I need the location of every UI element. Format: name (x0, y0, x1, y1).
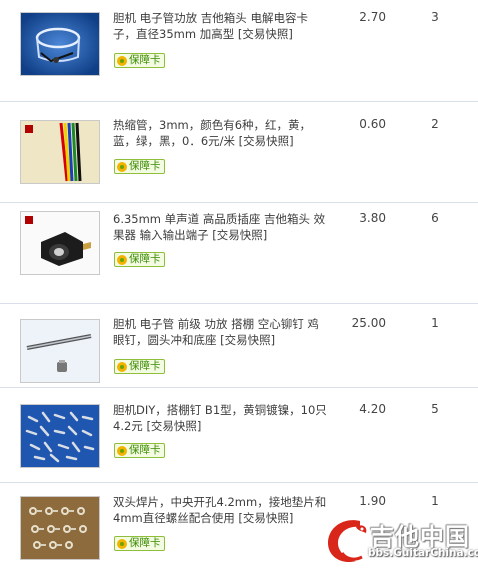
dragon-logo-icon (328, 520, 367, 563)
item-quantity: 3 (431, 10, 439, 24)
badge-label: 保障卡 (129, 444, 161, 456)
capacitor-clamp-image[interactable] (20, 12, 100, 76)
item-title[interactable]: 热缩管，3mm，颜色有6种，红，黄，蓝，绿，黑，0．6元/米 [交易快照] (113, 117, 328, 149)
guarantee-badge[interactable]: 保障卡 (114, 252, 165, 267)
rivet-tool-image[interactable] (20, 319, 100, 383)
flower-icon (117, 361, 127, 372)
flower-icon (117, 538, 127, 549)
item-quantity: 6 (431, 211, 439, 225)
badge-label: 保障卡 (129, 537, 161, 549)
order-item-row: 胆机DIY，搭棚钉 B1型，黄铜镀镍，10只4.2元 [交易快照] 4.20 5… (0, 387, 478, 479)
order-item-row: 胆机 电子管 前级 功放 搭棚 空心铆钉 鸡眼钉，圆头冲和底座 [交易快照] 2… (0, 303, 478, 395)
item-title[interactable]: 胆机 电子管 前级 功放 搭棚 空心铆钉 鸡眼钉，圆头冲和底座 [交易快照] (113, 316, 328, 348)
item-quantity: 2 (431, 117, 439, 131)
solder-lugs-image[interactable] (20, 496, 100, 560)
order-item-row: 胆机 电子管功放 吉他箱头 电解电容卡子，直径35mm 加高型 [交易快照] 2… (0, 0, 478, 92)
item-title[interactable]: 6.35mm 单声道 高品质插座 吉他箱头 效果器 输入输出端子 [交易快照] (113, 211, 328, 243)
guarantee-badge[interactable]: 保障卡 (114, 536, 165, 551)
turret-pins-image[interactable] (20, 404, 100, 468)
order-item-row: 热缩管，3mm，颜色有6种，红，黄，蓝，绿，黑，0．6元/米 [交易快照] 0.… (0, 101, 478, 193)
item-title[interactable]: 胆机 电子管功放 吉他箱头 电解电容卡子，直径35mm 加高型 [交易快照] (113, 10, 328, 42)
audio-jack-image[interactable] (20, 211, 100, 275)
item-quantity: 1 (431, 316, 439, 330)
flower-icon (117, 161, 127, 172)
guarantee-badge[interactable]: 保障卡 (114, 443, 165, 458)
item-price: 2.70 (359, 10, 386, 24)
guarantee-badge[interactable]: 保障卡 (114, 159, 165, 174)
badge-label: 保障卡 (129, 360, 161, 372)
item-price: 0.60 (359, 117, 386, 131)
site-watermark: 吉他中国 bbs.GuitarChina.com (322, 513, 478, 567)
badge-label: 保障卡 (129, 253, 161, 265)
order-item-row: 6.35mm 单声道 高品质插座 吉他箱头 效果器 输入输出端子 [交易快照] … (0, 202, 478, 294)
flower-icon (117, 254, 127, 265)
guarantee-badge[interactable]: 保障卡 (114, 53, 165, 68)
guarantee-badge[interactable]: 保障卡 (114, 359, 165, 374)
heat-shrink-tube-image[interactable] (20, 120, 100, 184)
flower-icon (117, 445, 127, 456)
item-quantity: 5 (431, 402, 439, 416)
item-quantity: 1 (431, 494, 439, 508)
item-price: 4.20 (359, 402, 386, 416)
badge-label: 保障卡 (129, 54, 161, 66)
item-price: 1.90 (359, 494, 386, 508)
item-price: 3.80 (359, 211, 386, 225)
item-title[interactable]: 胆机DIY，搭棚钉 B1型，黄铜镀镍，10只4.2元 [交易快照] (113, 402, 328, 434)
item-title[interactable]: 双头焊片，中央开孔4.2mm，接地垫片和4mm直径螺丝配合使用 [交易快照] (113, 494, 328, 526)
watermark-url: bbs.GuitarChina.com (368, 547, 478, 559)
flower-icon (117, 55, 127, 66)
item-price: 25.00 (351, 316, 386, 330)
badge-label: 保障卡 (129, 160, 161, 172)
